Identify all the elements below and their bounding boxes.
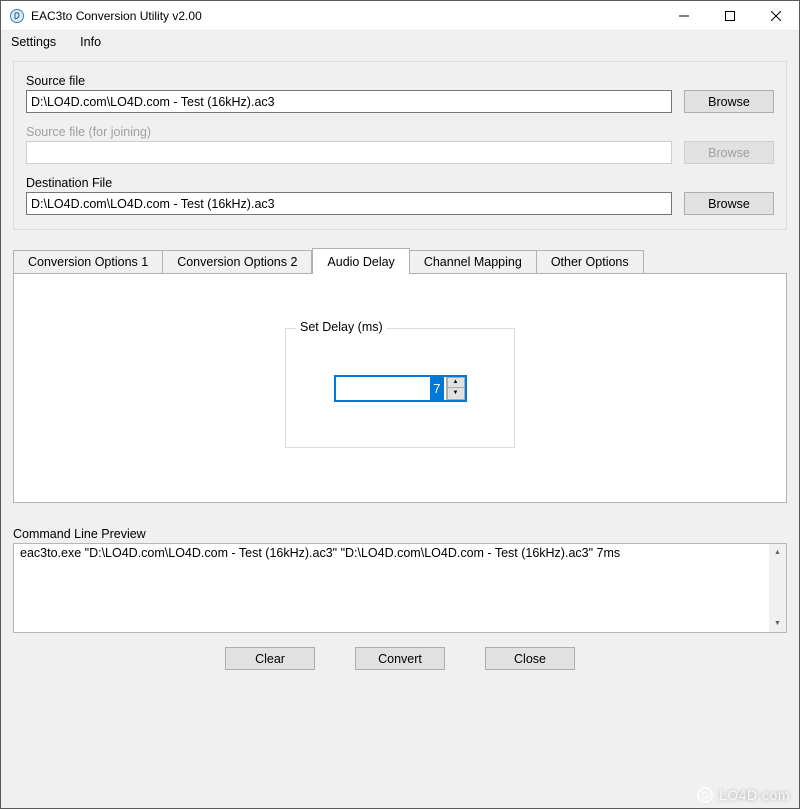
file-paths-group: Source file Browse Source file (for join… — [13, 61, 787, 230]
tab-other-options[interactable]: Other Options — [537, 250, 644, 273]
close-window-button[interactable] — [753, 1, 799, 31]
command-line-preview-label: Command Line Preview — [13, 527, 787, 541]
convert-button[interactable]: Convert — [355, 647, 445, 670]
tabstrip: Conversion Options 1 Conversion Options … — [13, 248, 787, 273]
tab-conversion-options-1[interactable]: Conversion Options 1 — [13, 250, 163, 273]
dest-file-input[interactable] — [26, 192, 672, 215]
tab-channel-mapping[interactable]: Channel Mapping — [410, 250, 537, 273]
menubar: Settings Info — [1, 31, 799, 53]
command-line-preview-box[interactable]: eac3to.exe "D:\LO4D.com\LO4D.com - Test … — [13, 543, 787, 633]
set-delay-group: Set Delay (ms) 7 ▲ ▼ — [285, 328, 515, 448]
tabpanel-audio-delay: Set Delay (ms) 7 ▲ ▼ — [13, 273, 787, 503]
action-buttons-row: Clear Convert Close — [13, 633, 787, 680]
delay-spinner-buttons: ▲ ▼ — [446, 377, 465, 400]
minimize-button[interactable] — [661, 1, 707, 31]
scroll-up-icon[interactable]: ▲ — [769, 544, 786, 561]
titlebar: EAC3to Conversion Utility v2.00 — [1, 1, 799, 31]
browse-join-button: Browse — [684, 141, 774, 164]
command-line-preview-area: Command Line Preview eac3to.exe "D:\LO4D… — [13, 525, 787, 633]
options-tabs: Conversion Options 1 Conversion Options … — [13, 248, 787, 503]
clear-button[interactable]: Clear — [225, 647, 315, 670]
command-line-preview-text: eac3to.exe "D:\LO4D.com\LO4D.com - Test … — [20, 546, 620, 560]
scroll-down-icon[interactable]: ▼ — [769, 615, 786, 632]
set-delay-legend: Set Delay (ms) — [296, 320, 387, 334]
tab-audio-delay[interactable]: Audio Delay — [312, 248, 409, 274]
app-icon — [9, 8, 25, 24]
window-title: EAC3to Conversion Utility v2.00 — [31, 9, 202, 23]
source-file-label: Source file — [26, 74, 774, 88]
dest-file-label: Destination File — [26, 176, 774, 190]
join-file-label: Source file (for joining) — [26, 125, 774, 139]
menu-info[interactable]: Info — [80, 35, 101, 49]
maximize-button[interactable] — [707, 1, 753, 31]
delay-value-selected[interactable]: 7 — [430, 377, 443, 400]
close-button[interactable]: Close — [485, 647, 575, 670]
tab-conversion-options-2[interactable]: Conversion Options 2 — [163, 250, 312, 273]
menu-settings[interactable]: Settings — [11, 35, 56, 49]
preview-scrollbar[interactable]: ▲ ▼ — [769, 544, 786, 632]
browse-source-button[interactable]: Browse — [684, 90, 774, 113]
client-area: Source file Browse Source file (for join… — [1, 53, 799, 808]
delay-spinner[interactable]: 7 ▲ ▼ — [334, 375, 467, 402]
spinner-down-button[interactable]: ▼ — [447, 388, 465, 400]
spinner-up-button[interactable]: ▲ — [447, 377, 465, 389]
source-file-input[interactable] — [26, 90, 672, 113]
join-file-input — [26, 141, 672, 164]
app-window: EAC3to Conversion Utility v2.00 Settings… — [0, 0, 800, 809]
browse-dest-button[interactable]: Browse — [684, 192, 774, 215]
delay-spinner-input[interactable]: 7 — [336, 377, 446, 400]
